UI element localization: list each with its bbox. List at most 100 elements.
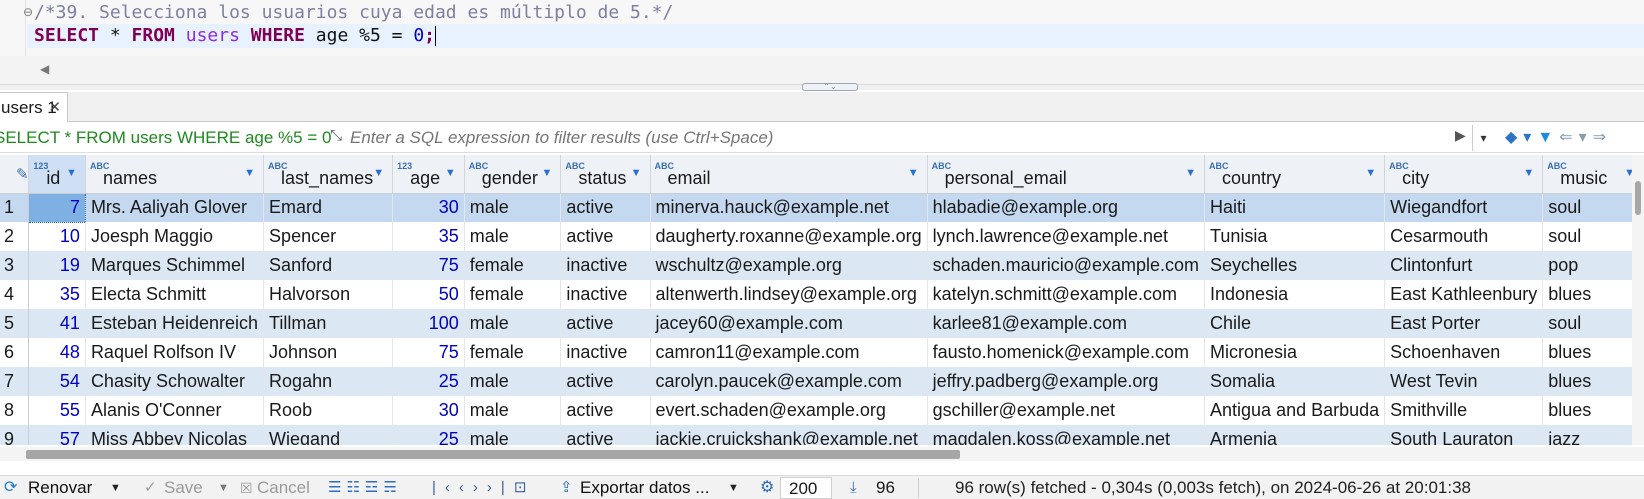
- cell-names[interactable]: Marques Schimmel: [85, 251, 265, 280]
- save-button[interactable]: Save: [164, 477, 203, 499]
- column-header-names[interactable]: ABC names ▼: [85, 155, 265, 194]
- cell-city[interactable]: Clintonfurt: [1384, 251, 1544, 280]
- cell-status[interactable]: active: [560, 222, 651, 251]
- row-number-cell[interactable]: 1: [0, 193, 30, 222]
- table-row[interactable]: 2 10 Joesph Maggio Spencer 35 male active daugh…: [0, 222, 1644, 251]
- cell-personal-email[interactable]: gschiller@example.net: [927, 396, 1206, 425]
- cell-music[interactable]: blues: [1542, 280, 1644, 309]
- cell-id[interactable]: 54: [28, 367, 86, 396]
- cell-status[interactable]: active: [560, 367, 651, 396]
- cell-last-names[interactable]: Spencer: [263, 222, 394, 251]
- cell-email[interactable]: evert.schaden@example.org: [650, 396, 928, 425]
- cell-country[interactable]: Chile: [1204, 309, 1386, 338]
- history-forward-icon[interactable]: ⇒: [1593, 129, 1612, 146]
- table-row[interactable]: 3 19 Marques Schimmel Sanford 75 female inacti…: [0, 251, 1644, 280]
- cell-age[interactable]: 30: [392, 396, 465, 425]
- first-page-icon[interactable]: |‹: [432, 479, 459, 496]
- cell-city[interactable]: Wiegandfort: [1384, 193, 1544, 222]
- row-number-cell[interactable]: 6: [0, 338, 30, 367]
- cell-age[interactable]: 75: [392, 251, 465, 280]
- cell-names[interactable]: Electa Schmitt: [85, 280, 265, 309]
- expand-filter-icon[interactable]: ⤡: [330, 127, 342, 144]
- scrollbar-thumb[interactable]: [1635, 181, 1641, 215]
- cell-age[interactable]: 100: [392, 309, 465, 338]
- cell-country[interactable]: Somalia: [1204, 367, 1386, 396]
- cell-personal-email[interactable]: fausto.homenick@example.com: [927, 338, 1206, 367]
- cell-personal-email[interactable]: schaden.mauricio@example.com: [927, 251, 1206, 280]
- export-data-button[interactable]: Exportar datos ...: [580, 477, 709, 499]
- cell-email[interactable]: jackie.cruickshank@example.net: [650, 425, 928, 445]
- cell-city[interactable]: South Lauraton: [1384, 425, 1544, 445]
- cell-last-names[interactable]: Wiegand: [263, 425, 394, 445]
- row-number-cell[interactable]: 9: [0, 425, 30, 445]
- cell-status[interactable]: inactive: [560, 280, 651, 309]
- cell-music[interactable]: blues: [1542, 396, 1644, 425]
- cell-gender[interactable]: male: [464, 425, 562, 445]
- cell-city[interactable]: East Kathleenbury: [1384, 280, 1544, 309]
- cell-personal-email[interactable]: magdalen.koss@example.net: [927, 425, 1206, 445]
- cell-email[interactable]: minerva.hauck@example.net: [650, 193, 928, 222]
- column-header-country[interactable]: ABC country ▼: [1204, 155, 1386, 194]
- cell-country[interactable]: Antigua and Barbuda: [1204, 396, 1386, 425]
- sql-editor[interactable]: ⊖ /*39. Selecciona los usuarios cuya eda…: [0, 0, 1644, 84]
- cell-city[interactable]: West Tevin: [1384, 367, 1544, 396]
- scrollbar-thumb[interactable]: [26, 450, 960, 459]
- column-menu-icon[interactable]: ▼: [244, 167, 255, 179]
- previous-page-icon[interactable]: ‹: [459, 479, 473, 496]
- cell-email[interactable]: carolyn.paucek@example.com: [650, 367, 928, 396]
- cell-id[interactable]: 35: [28, 280, 86, 309]
- add-row-icon[interactable]: ☷: [346, 479, 364, 496]
- cell-personal-email[interactable]: hlabadie@example.org: [927, 193, 1206, 222]
- cell-country[interactable]: Indonesia: [1204, 280, 1386, 309]
- cell-names[interactable]: Alanis O'Conner: [85, 396, 265, 425]
- refresh-icon[interactable]: ⟳: [4, 477, 17, 499]
- cell-music[interactable]: soul: [1542, 222, 1644, 251]
- copy-row-icon[interactable]: ☲: [365, 479, 383, 496]
- next-page-icon[interactable]: ›: [473, 479, 487, 496]
- column-menu-icon[interactable]: ▼: [445, 167, 456, 179]
- history-back-icon[interactable]: ⇐▾: [1559, 129, 1592, 146]
- cell-id[interactable]: 7: [28, 192, 86, 223]
- cell-last-names[interactable]: Tillman: [263, 309, 394, 338]
- column-header-last-names[interactable]: ABC last_names ▼: [263, 155, 394, 194]
- cell-last-names[interactable]: Emard: [263, 193, 394, 222]
- cell-gender[interactable]: male: [464, 222, 562, 251]
- cell-country[interactable]: Tunisia: [1204, 222, 1386, 251]
- cell-country[interactable]: Seychelles: [1204, 251, 1386, 280]
- row-number-header[interactable]: ✎: [0, 155, 30, 194]
- cell-age[interactable]: 50: [392, 280, 465, 309]
- cell-gender[interactable]: male: [464, 367, 562, 396]
- cell-age[interactable]: 35: [392, 222, 465, 251]
- cell-country[interactable]: Armenia: [1204, 425, 1386, 445]
- sql-comment-line[interactable]: /*39. Selecciona los usuarios cuya edad …: [34, 1, 673, 25]
- column-menu-icon[interactable]: ▼: [66, 167, 77, 179]
- column-menu-icon[interactable]: ▼: [373, 167, 384, 179]
- cell-last-names[interactable]: Halvorson: [263, 280, 394, 309]
- table-row[interactable]: 7 54 Chasity Schowalter Rogahn 25 male active c…: [0, 367, 1644, 396]
- cell-names[interactable]: Raquel Rolfson IV: [85, 338, 265, 367]
- cell-personal-email[interactable]: jeffry.padberg@example.org: [927, 367, 1206, 396]
- cell-gender[interactable]: male: [464, 309, 562, 338]
- filter-input[interactable]: [350, 126, 1454, 150]
- last-page-icon[interactable]: ›|: [487, 479, 514, 496]
- column-menu-icon[interactable]: ▼: [1523, 167, 1534, 179]
- cell-city[interactable]: Schoenhaven: [1384, 338, 1544, 367]
- cell-music[interactable]: jazz: [1542, 425, 1644, 445]
- row-number-cell[interactable]: 8: [0, 396, 30, 425]
- cell-id[interactable]: 19: [28, 251, 86, 280]
- column-menu-icon[interactable]: ▼: [631, 167, 642, 179]
- cell-city[interactable]: East Porter: [1384, 309, 1544, 338]
- column-header-personal-email[interactable]: ABC personal_email ▼: [927, 155, 1206, 194]
- cell-status[interactable]: inactive: [560, 338, 651, 367]
- export-icon[interactable]: ⇪: [560, 477, 573, 499]
- cell-personal-email[interactable]: karlee81@example.com: [927, 309, 1206, 338]
- cell-last-names[interactable]: Roob: [263, 396, 394, 425]
- cell-music[interactable]: pop: [1542, 251, 1644, 280]
- export-dropdown-icon[interactable]: ▼: [728, 477, 739, 499]
- cell-gender[interactable]: female: [464, 280, 562, 309]
- column-menu-icon[interactable]: ▼: [1185, 167, 1196, 179]
- cell-email[interactable]: daugherty.roxanne@example.org: [650, 222, 928, 251]
- close-tab-icon[interactable]: ✕: [48, 93, 61, 123]
- cell-status[interactable]: active: [560, 309, 651, 338]
- cell-names[interactable]: Joesph Maggio: [85, 222, 265, 251]
